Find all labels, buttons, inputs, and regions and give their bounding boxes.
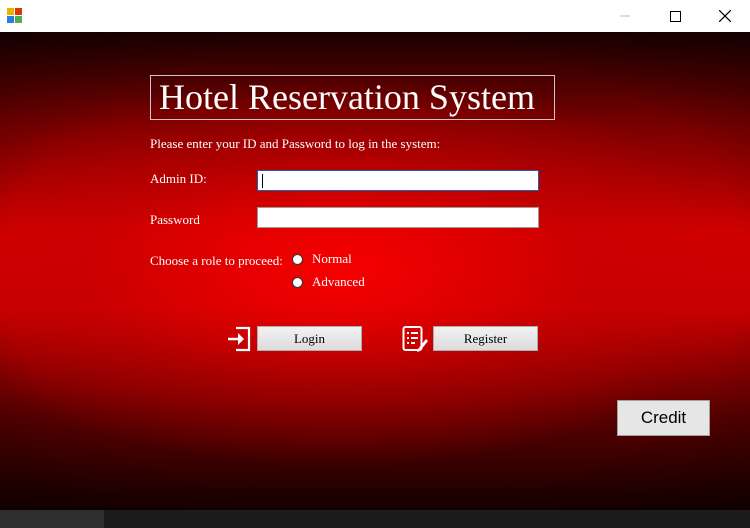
close-icon <box>719 10 731 22</box>
role-option-normal-label: Normal <box>312 251 352 266</box>
admin-id-label: Admin ID: <box>150 171 207 186</box>
minimize-button[interactable] <box>600 0 650 32</box>
login-form-panel: Hotel Reservation System Please enter yo… <box>0 32 750 510</box>
register-button[interactable]: Register <box>433 326 538 351</box>
credit-button[interactable]: Credit <box>617 400 710 436</box>
instruction-text: Please enter your ID and Password to log… <box>150 136 441 151</box>
page-title: Hotel Reservation System <box>150 75 555 120</box>
taskbar-strip <box>0 510 750 528</box>
login-button[interactable]: Login <box>257 326 362 351</box>
role-option-advanced[interactable]: Advanced <box>292 274 365 290</box>
maximize-icon <box>669 10 681 22</box>
login-icon <box>228 326 251 352</box>
role-label: Choose a role to proceed: <box>150 253 283 268</box>
maximize-button[interactable] <box>650 0 700 32</box>
password-field[interactable] <box>257 207 539 228</box>
app-icon[interactable] <box>7 8 23 24</box>
password-label: Password <box>150 212 200 227</box>
window-titlebar <box>0 0 750 32</box>
radio-button-advanced[interactable] <box>292 276 303 288</box>
taskbar-segment <box>0 510 104 528</box>
close-button[interactable] <box>700 0 750 32</box>
radio-button-normal[interactable] <box>292 253 303 265</box>
admin-id-field[interactable] <box>257 170 539 191</box>
minimize-icon <box>620 15 630 17</box>
text-caret <box>262 174 263 188</box>
register-icon <box>402 326 428 352</box>
role-option-normal[interactable]: Normal <box>292 251 352 267</box>
role-option-advanced-label: Advanced <box>312 274 365 289</box>
